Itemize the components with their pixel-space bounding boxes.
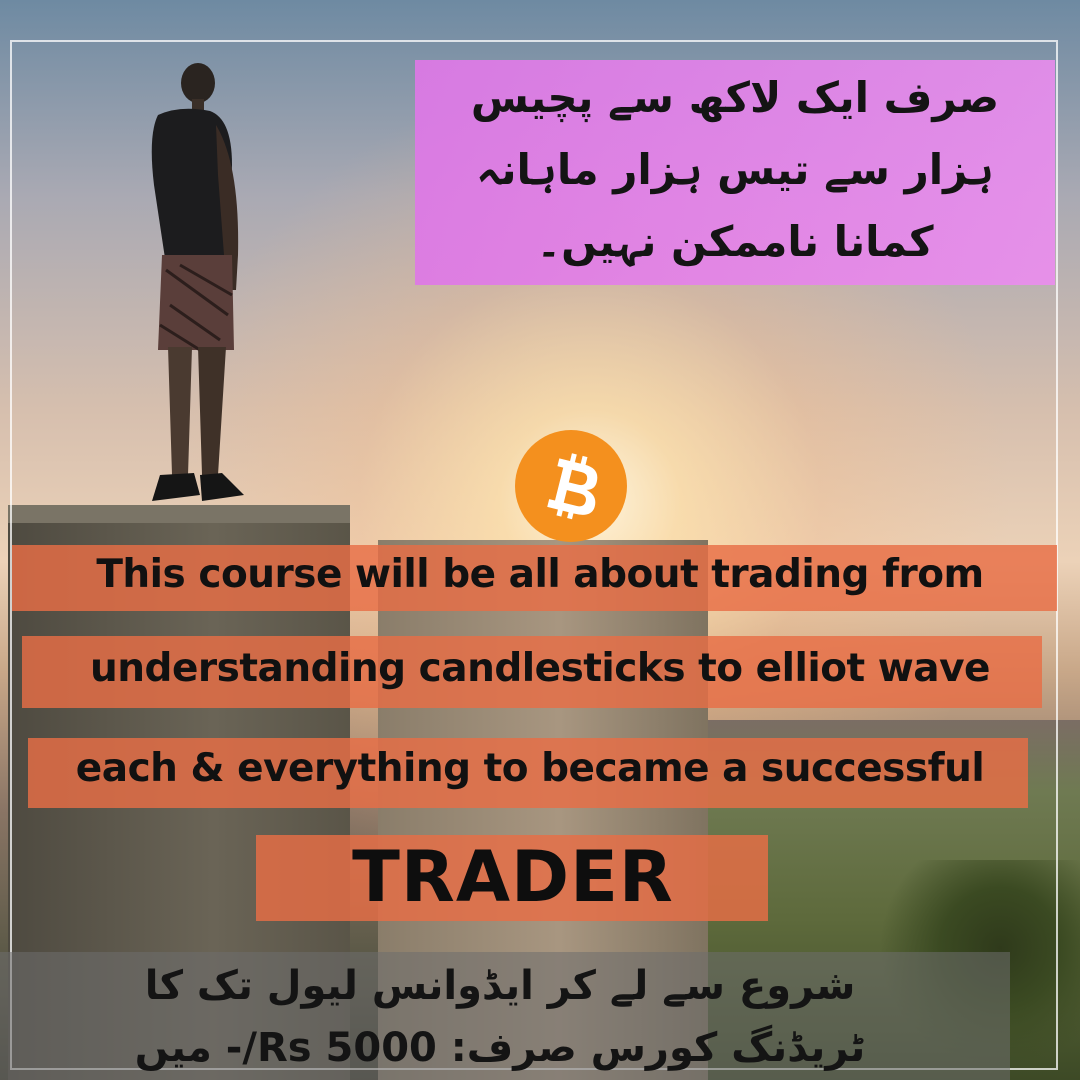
bottom-line-1: شروع سے لے کر ایڈوانس لیول تک کا bbox=[144, 963, 856, 1009]
bottom-urdu-text: شروع سے لے کر ایڈوانس لیول تک کا ٹریڈنگ … bbox=[20, 955, 980, 1079]
english-line-3: each & everything to became a successful bbox=[75, 746, 985, 791]
urdu-headline-line-1: صرف ایک لاکھ سے پچیس bbox=[470, 73, 1000, 122]
urdu-headline-line-2: ہزار سے تیس ہزار ماہانہ bbox=[476, 145, 994, 194]
trader-heading: TRADER bbox=[352, 836, 674, 918]
urdu-headline-line-3: کمانا ناممکن نہیں۔ bbox=[536, 217, 934, 266]
bitcoin-icon bbox=[515, 430, 627, 542]
english-line-2: understanding candlesticks to elliot wav… bbox=[90, 646, 990, 691]
urdu-headline: صرف ایک لاکھ سے پچیس ہزار سے تیس ہزار ما… bbox=[415, 62, 1055, 278]
bottom-line-2: ٹریڈنگ کورس صرف: Rs 5000/- میں bbox=[134, 1025, 866, 1071]
english-line-1: This course will be all about trading fr… bbox=[96, 552, 984, 597]
